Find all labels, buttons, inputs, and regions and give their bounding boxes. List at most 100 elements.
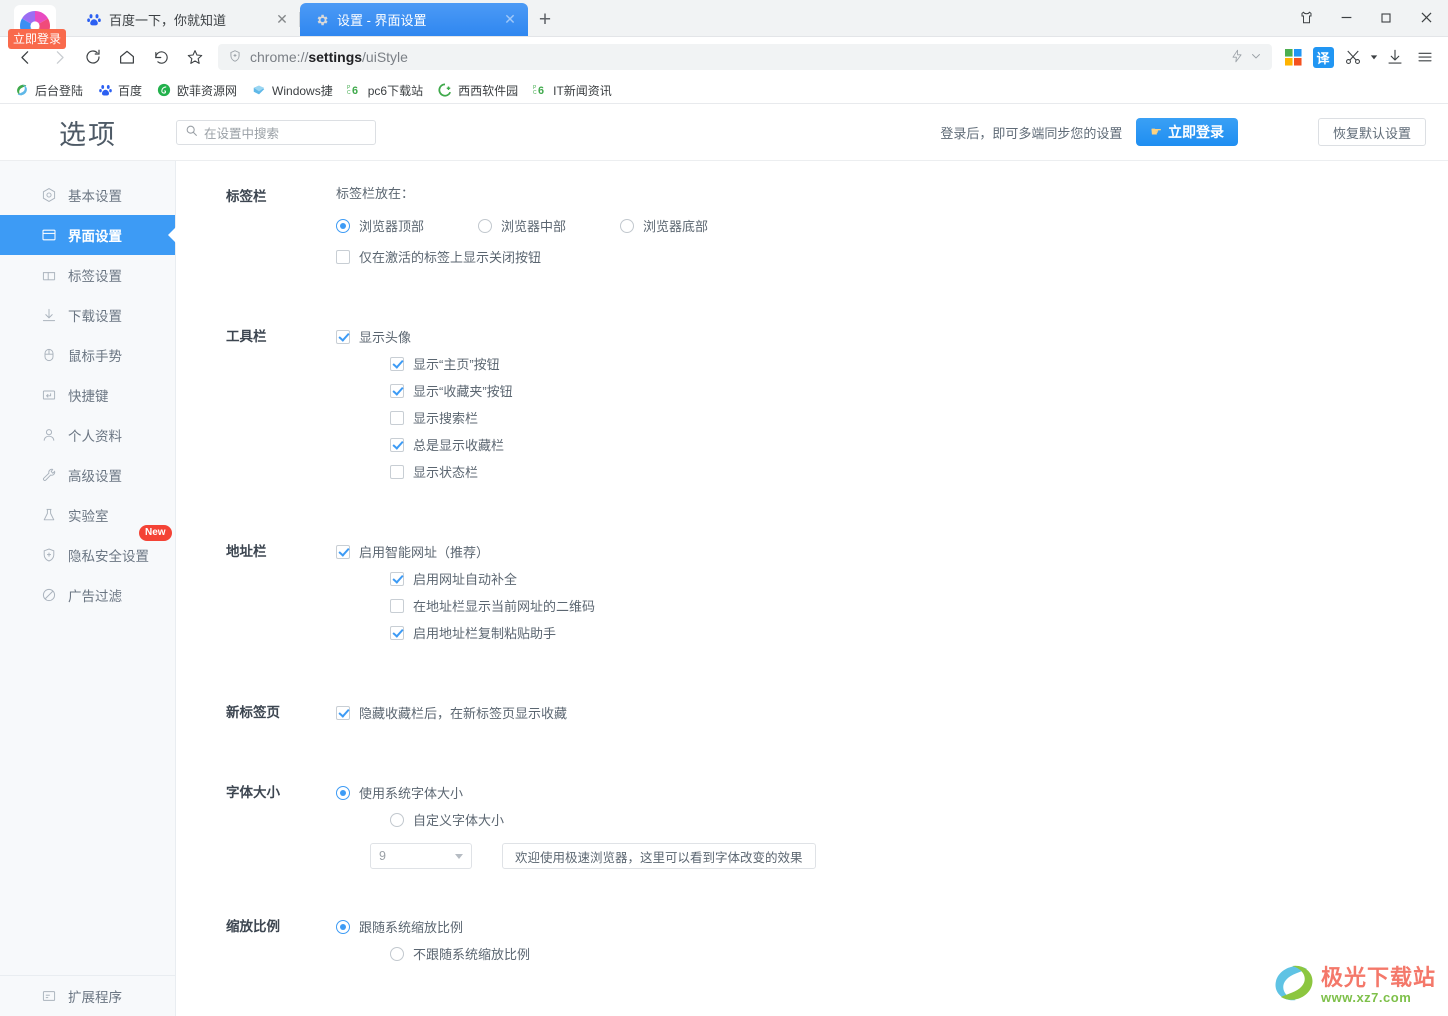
bookmark-item[interactable]: 后台登陆 [8,80,89,101]
apps-grid-icon[interactable] [1278,42,1308,72]
sidebar-item-label: 基本设置 [68,189,122,204]
checkbox-label: 显示头像 [359,330,412,345]
watermark-logo-icon [1271,963,1317,1008]
maximize-button[interactable] [1366,2,1406,34]
home-icon[interactable] [110,41,144,73]
shield-plus-icon [40,547,57,564]
font-size-select[interactable]: 9 [370,843,472,869]
new-tab-button[interactable]: + [528,3,562,36]
checkbox-indicator [336,329,350,344]
checkbox-copy-paste-assistant[interactable]: 启用地址栏复制粘贴助手 [390,619,1448,646]
tab-close-button[interactable]: ✕ [502,12,518,28]
no-entry-icon [40,587,57,604]
pc6-icon: PC6 [532,82,548,98]
checkbox-label: 显示“主页”按钮 [413,357,500,372]
font-size-value: 9 [379,849,386,863]
svg-text:C: C [533,90,537,96]
radio-tabbar-top[interactable]: 浏览器顶部 [336,212,424,239]
font-size-controls: 9 欢迎使用极速浏览器，这里可以看到字体改变的效果 [336,843,1448,869]
sidebar-item-basic-settings[interactable]: 基本设置 [0,175,175,215]
bookmark-item[interactable]: 西西软件园 [431,80,524,101]
sidebar-item-download-settings[interactable]: 下载设置 [0,295,175,335]
reload-icon[interactable] [76,41,110,73]
checkbox-show-home-button[interactable]: 显示“主页”按钮 [390,350,1448,377]
checkbox-show-favorites-button[interactable]: 显示“收藏夹”按钮 [390,377,1448,404]
radio-follow-system-zoom[interactable]: 跟随系统缩放比例 [336,913,1448,940]
reset-defaults-button[interactable]: 恢复默认设置 [1317,118,1426,146]
sidebar-item-shortcuts[interactable]: 快捷键 [0,375,175,415]
bookmark-item[interactable]: PC6 IT新闻资讯 [526,80,618,101]
scissors-icon[interactable] [1338,42,1368,72]
baidu-paw-icon [86,12,102,28]
tab-baidu[interactable]: 百度一下，你就知道 ✕ [72,3,300,36]
lightning-icon[interactable] [1230,49,1244,66]
login-button[interactable]: ☛ 立即登录 [1136,118,1238,146]
sidebar-item-interface-settings[interactable]: 界面设置 [0,215,175,255]
checkbox-show-qrcode[interactable]: 在地址栏显示当前网址的二维码 [390,592,1448,619]
bookmark-label: IT新闻资讯 [553,83,612,98]
bookmark-item[interactable]: Windows捷 [245,80,339,101]
bookmark-item[interactable]: 欧菲资源网 [150,80,243,101]
new-badge: New [139,525,172,541]
radio-tabbar-bottom[interactable]: 浏览器底部 [620,212,708,239]
sidebar-item-ad-filter[interactable]: 广告过滤 [0,575,175,615]
sidebar-item-label: 个人资料 [68,429,122,444]
browser-logo-area[interactable]: 立即登录 [0,0,72,49]
checkbox-url-autocomplete[interactable]: 启用网址自动补全 [390,565,1448,592]
minimize-button[interactable] [1326,2,1366,34]
font-preview-box: 欢迎使用极速浏览器，这里可以看到字体改变的效果 [502,843,816,869]
checkbox-show-bookmarks-on-newtab[interactable]: 隐藏收藏栏后，在新标签页显示收藏 [336,699,1448,726]
address-bar[interactable]: chrome://settings/uiStyle [218,44,1272,70]
close-button[interactable] [1406,2,1446,34]
section-tabbar: 标签栏 标签栏放在： 浏览器顶部 浏览器中部 浏览器底部 仅在激活的标签上显示关… [176,183,1448,270]
skin-icon[interactable] [1286,2,1326,34]
sidebar-item-mouse-gestures[interactable]: 鼠标手势 [0,335,175,375]
tab-close-button[interactable]: ✕ [274,12,290,28]
svg-text:C: C [347,90,351,96]
sidebar-item-label: 隐私安全设置 [68,549,149,564]
radio-custom-font-size[interactable]: 自定义字体大小 [390,806,1448,833]
person-icon [40,427,57,444]
mouse-icon [40,347,57,364]
radio-label: 浏览器底部 [643,219,709,234]
tabbar-position-radios: 浏览器顶部 浏览器中部 浏览器底部 [336,212,1448,239]
tab-title: 设置 - 界面设置 [337,13,427,28]
checkbox-always-show-bookmarks[interactable]: 总是显示收藏栏 [390,431,1448,458]
checkbox-smart-url[interactable]: 启用智能网址（推荐） [336,538,1448,565]
watermark-url: www.xz7.com [1320,990,1412,1005]
chevron-down-icon[interactable] [1250,49,1262,65]
checkbox-indicator [336,705,350,720]
bookmark-item[interactable]: PC6 pc6下载站 [341,80,429,101]
menu-icon[interactable] [1410,42,1440,72]
checkbox-indicator [390,464,404,479]
scissors-dropdown-icon[interactable] [1368,42,1380,72]
star-icon[interactable] [178,41,212,73]
sidebar-item-privacy-security[interactable]: New 隐私安全设置 [0,525,175,575]
address-bar-text: chrome://settings/uiStyle [250,49,408,65]
download-icon [40,307,57,324]
sidebar-item-extensions[interactable]: 扩展程序 [0,976,175,1016]
radio-system-font-size[interactable]: 使用系统字体大小 [336,779,1448,806]
undo-icon[interactable] [144,41,178,73]
translate-icon[interactable]: 译 [1308,42,1338,72]
sidebar-item-profile[interactable]: 个人资料 [0,415,175,455]
sidebar-item-advanced-settings[interactable]: 高级设置 [0,455,175,495]
radio-tabbar-middle[interactable]: 浏览器中部 [478,212,566,239]
extension-icon [40,988,57,1005]
download-icon[interactable] [1380,42,1410,72]
checkbox-show-status-bar[interactable]: 显示状态栏 [390,458,1448,485]
g-plus-icon [437,82,453,98]
sidebar-item-tab-settings[interactable]: 标签设置 [0,255,175,295]
tab-settings[interactable]: 设置 - 界面设置 ✕ [300,3,528,36]
pc6-icon: PC6 [347,82,363,98]
sidebar-footer: 扩展程序 [0,975,175,1016]
checkbox-label: 仅在激活的标签上显示关闭按钮 [359,250,542,265]
search-input[interactable]: 在设置中搜索 [176,119,376,145]
checkbox-close-on-active-tab[interactable]: 仅在激活的标签上显示关闭按钮 [336,243,1448,270]
bookmark-item[interactable]: 百度 [91,80,148,101]
checkbox-show-avatar[interactable]: 显示头像 [336,323,1448,350]
section-addressbar: 地址栏 启用智能网址（推荐） 启用网址自动补全 在地址栏显示当前网址的二维码 启… [176,538,1448,646]
login-badge[interactable]: 立即登录 [8,29,67,49]
checkbox-show-search-bar[interactable]: 显示搜索栏 [390,404,1448,431]
checkbox-label: 隐藏收藏栏后，在新标签页显示收藏 [359,706,568,721]
